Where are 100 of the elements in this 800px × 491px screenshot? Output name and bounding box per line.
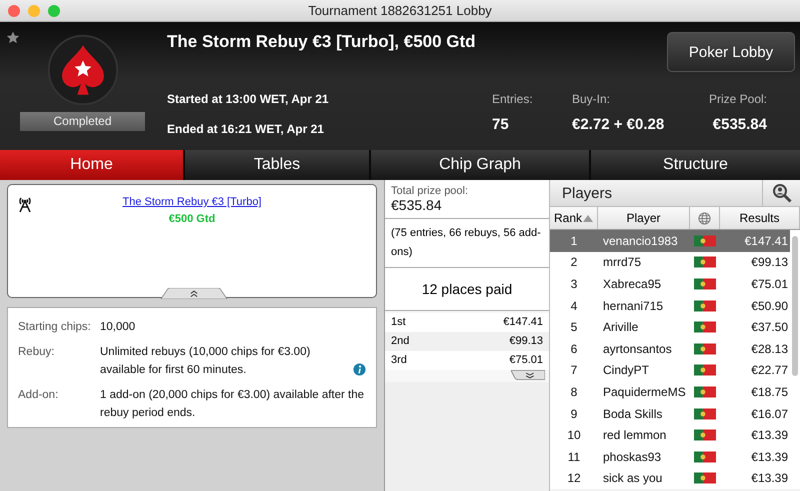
places-paid: 12 places paid bbox=[385, 268, 549, 311]
total-prize-label: Total prize pool: bbox=[391, 185, 470, 197]
player-row[interactable]: 12 sick as you €13.39 bbox=[550, 468, 790, 490]
flag-icon bbox=[694, 384, 716, 399]
rank-cell-text: 10 bbox=[566, 428, 582, 442]
flag-icon bbox=[694, 320, 716, 334]
results-column-header[interactable]: Results bbox=[720, 207, 800, 229]
player-row[interactable]: 11 phoskas93 €13.39 bbox=[550, 446, 790, 468]
result-cell-text: €16.07 bbox=[750, 406, 789, 421]
flag-icon bbox=[694, 450, 716, 464]
result-cell-text: €18.75 bbox=[750, 384, 789, 399]
stat-label: Prize Pool: bbox=[708, 92, 767, 106]
search-icon bbox=[772, 183, 792, 203]
entries-note: (75 entries, 66 rebuys, 56 add-ons) bbox=[385, 219, 549, 268]
antenna-icon bbox=[18, 195, 32, 213]
status-ribbon: Completed bbox=[20, 112, 145, 131]
detail-label: Starting chips: bbox=[18, 320, 92, 335]
total-prize-value: €535.84 bbox=[391, 197, 443, 213]
detail-value: Unlimited rebuys (10,000 chips for €3.00) available for first 60 minutes. bbox=[100, 345, 312, 378]
globe-icon bbox=[698, 212, 711, 224]
flag-icon bbox=[694, 342, 716, 356]
player-row[interactable]: 4 hernani715 €50.90 bbox=[550, 294, 790, 316]
player-name-cell-text: ayrtonsantos bbox=[602, 342, 673, 356]
rank-cell-text: 11 bbox=[566, 450, 582, 464]
collapse-handle[interactable] bbox=[160, 288, 228, 299]
player-name-cell-text: venancio1983 bbox=[602, 234, 679, 248]
rank-cell-text: 1 bbox=[570, 234, 578, 248]
rank-cell-text: 7 bbox=[570, 363, 578, 378]
player-name-cell-text: Ariville bbox=[602, 320, 640, 334]
player-row[interactable]: 1 venancio1983 €147.41 bbox=[550, 230, 790, 252]
tab[interactable]: Structure bbox=[591, 150, 800, 180]
amount-cell-text: €75.01 bbox=[509, 353, 543, 368]
rank-cell-text: 3 bbox=[570, 276, 578, 291]
place-cell-text: 3rd bbox=[391, 353, 407, 368]
tab[interactable]: Tables bbox=[185, 150, 371, 180]
place-cell-text: 2nd bbox=[391, 334, 410, 349]
player-row[interactable]: 9 Boda Skills €16.07 bbox=[550, 402, 790, 424]
player-name-cell-text: red lemmon bbox=[602, 428, 668, 442]
player-name-cell-text: mrrd75 bbox=[602, 255, 642, 270]
players-title: Players bbox=[562, 184, 612, 202]
result-cell-text: €28.13 bbox=[750, 342, 789, 356]
rank-cell-text: 5 bbox=[570, 320, 578, 334]
rank-cell-text: 6 bbox=[570, 342, 578, 356]
flag-icon bbox=[694, 276, 716, 291]
amount-cell-text: €99.13 bbox=[509, 334, 543, 349]
sort-arrow-icon bbox=[583, 214, 593, 222]
stat-value: €2.72 + €0.28 bbox=[572, 116, 666, 133]
poker-lobby-button[interactable]: Poker Lobby bbox=[667, 32, 795, 72]
result-cell-text: €99.13 bbox=[750, 255, 789, 270]
flag-icon bbox=[694, 428, 716, 442]
player-row[interactable]: 5 Ariville €37.50 bbox=[550, 316, 790, 338]
tournament-link[interactable]: The Storm Rebuy €3 [Turbo] bbox=[122, 196, 262, 208]
player-row[interactable]: 6 ayrtonsantos €28.13 bbox=[550, 338, 790, 360]
player-row[interactable]: 8 PaquidermeMS €18.75 bbox=[550, 381, 790, 403]
expand-handle[interactable] bbox=[511, 370, 545, 380]
player-row[interactable]: 10 red lemmon €13.39 bbox=[550, 424, 790, 446]
player-column-header[interactable]: Player bbox=[598, 207, 690, 229]
start-time: Started at 13:00 WET, Apr 21 bbox=[167, 92, 330, 106]
player-row[interactable]: 2 mrrd75 €99.13 bbox=[550, 252, 790, 274]
detail-label: Add-on: bbox=[18, 388, 60, 403]
rank-cell-text: 2 bbox=[570, 255, 578, 270]
flag-icon bbox=[694, 255, 716, 270]
player-name-cell-text: Boda Skills bbox=[602, 406, 664, 421]
rank-cell-text: 9 bbox=[570, 406, 578, 421]
result-cell-text: €75.01 bbox=[750, 276, 789, 291]
window-title: Tournament 1882631251 Lobby bbox=[308, 3, 492, 18]
info-icon[interactable] bbox=[353, 363, 366, 376]
result-cell-text: €13.39 bbox=[750, 428, 789, 442]
rank-cell-text: 12 bbox=[566, 471, 582, 486]
result-cell-text: €147.41 bbox=[744, 234, 789, 248]
tournament-title: The Storm Rebuy €3 [Turbo], €500 Gtd bbox=[167, 32, 476, 52]
guarantee-text: €500 Gtd bbox=[168, 213, 216, 225]
scrollbar[interactable] bbox=[792, 236, 798, 376]
close-icon[interactable] bbox=[8, 4, 20, 16]
player-name-cell-text: hernani715 bbox=[602, 298, 664, 313]
stat-value: €535.84 bbox=[712, 116, 767, 133]
detail-value: 1 add-on (20,000 chips for €3.00) available after the rebuy period ends. bbox=[100, 388, 366, 421]
result-cell-text: €22.77 bbox=[750, 363, 789, 378]
stat-value: 75 bbox=[492, 116, 509, 133]
amount-cell-text: €147.41 bbox=[503, 315, 543, 330]
tab[interactable]: Home bbox=[0, 150, 185, 180]
stat-label: Entries: bbox=[492, 92, 533, 106]
rank-column-header[interactable]: Rank bbox=[550, 207, 598, 229]
player-name-cell-text: CindyPT bbox=[602, 363, 650, 378]
player-row[interactable]: 3 Xabreca95 €75.01 bbox=[550, 273, 790, 295]
result-cell-text: €50.90 bbox=[750, 298, 789, 313]
tab[interactable]: Chip Graph bbox=[371, 150, 591, 180]
flag-icon bbox=[694, 471, 716, 486]
star-icon[interactable] bbox=[5, 30, 21, 46]
detail-value: 10,000 bbox=[100, 320, 136, 335]
rank-cell-text: 8 bbox=[570, 384, 578, 399]
stat-label: Buy-In: bbox=[572, 92, 612, 106]
flag-icon bbox=[694, 234, 716, 248]
player-name-cell-text: phoskas93 bbox=[602, 450, 662, 464]
player-row[interactable]: 7 CindyPT €22.77 bbox=[550, 360, 790, 382]
result-cell-text: €13.39 bbox=[750, 471, 789, 486]
result-cell-text: €37.50 bbox=[750, 320, 789, 334]
rank-cell-text: 4 bbox=[570, 298, 578, 313]
player-name-cell-text: Xabreca95 bbox=[602, 276, 662, 291]
place-cell-text: 1st bbox=[391, 315, 406, 330]
